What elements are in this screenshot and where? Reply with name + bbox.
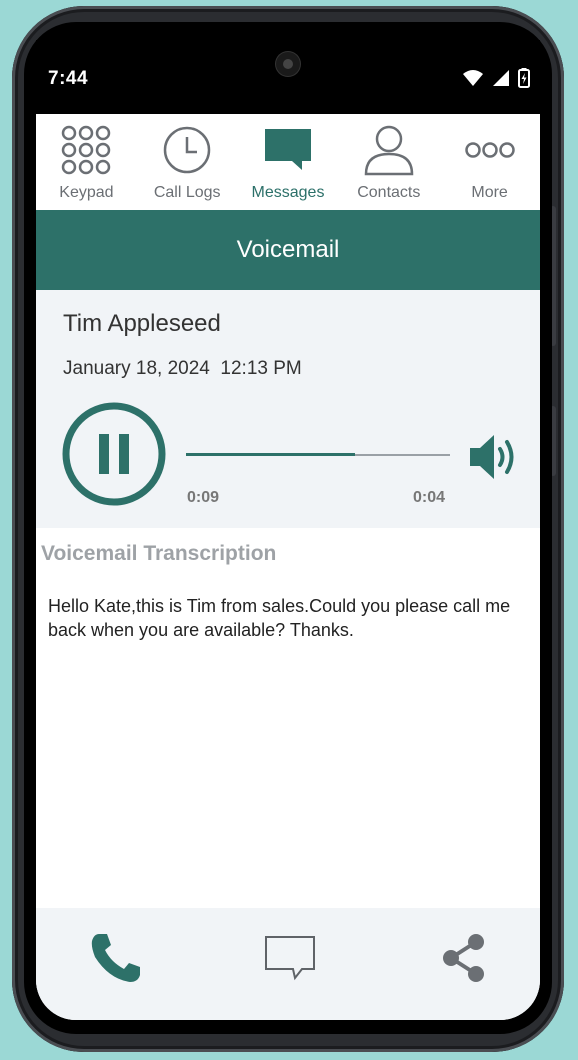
signal-icon: [493, 70, 509, 86]
call-time: 12:13 PM: [220, 358, 302, 379]
share-button[interactable]: [434, 928, 494, 988]
message-button[interactable]: [260, 928, 320, 988]
tab-messages[interactable]: Messages: [238, 114, 339, 210]
more-icon: [462, 122, 518, 178]
call-datetime: January 18, 2024 12:13 PM: [63, 358, 302, 380]
bottom-action-bar: [36, 908, 540, 1020]
caller-name: Tim Appleseed: [63, 310, 221, 337]
message-icon: [260, 122, 316, 178]
tab-contacts[interactable]: Contacts: [338, 114, 439, 210]
volume-button[interactable]: [468, 432, 522, 482]
tab-label-more: More: [471, 184, 508, 201]
page-title-bar: Voicemail: [36, 210, 540, 290]
screen: 7:44 Keypad Call Logs Messages Contacts …: [36, 40, 540, 1020]
wifi-icon: [463, 70, 483, 86]
remaining-time: 0:04: [413, 489, 446, 506]
front-camera: [276, 52, 300, 76]
clock-icon: [159, 122, 215, 178]
pause-icon: [62, 402, 166, 506]
transcription-heading: Voicemail Transcription: [41, 542, 277, 565]
tab-more[interactable]: More: [439, 114, 540, 210]
status-bar: 7:44: [36, 40, 540, 114]
call-back-button[interactable]: [86, 928, 146, 988]
voicemail-player: Tim Appleseed January 18, 2024 12:13 PM …: [36, 290, 540, 528]
tab-keypad[interactable]: Keypad: [36, 114, 137, 210]
tab-label-messages: Messages: [251, 184, 325, 201]
speaker-icon: [470, 435, 514, 479]
status-time: 7:44: [48, 68, 89, 89]
phone-icon: [91, 934, 140, 982]
keypad-icon: [58, 122, 114, 178]
battery-charging-icon: [518, 68, 530, 88]
tab-call-logs[interactable]: Call Logs: [137, 114, 238, 210]
elapsed-time: 0:09: [187, 489, 220, 506]
comment-icon: [265, 936, 315, 981]
playback-progress-fill: [186, 453, 355, 456]
tab-label-call-logs: Call Logs: [153, 184, 221, 201]
tab-label-contacts: Contacts: [357, 184, 421, 201]
page-title: Voicemail: [236, 236, 340, 263]
status-icons: [462, 68, 530, 88]
pause-button[interactable]: [62, 402, 166, 506]
tab-bar: Keypad Call Logs Messages Contacts More: [36, 114, 540, 210]
playback-progress-bar[interactable]: [186, 453, 450, 456]
person-icon: [361, 122, 417, 178]
call-date: January 18, 2024: [63, 358, 210, 379]
transcription-text: Hello Kate,this is Tim from sales.Could …: [48, 596, 511, 640]
tab-label-keypad: Keypad: [59, 184, 114, 201]
share-icon: [443, 934, 484, 982]
